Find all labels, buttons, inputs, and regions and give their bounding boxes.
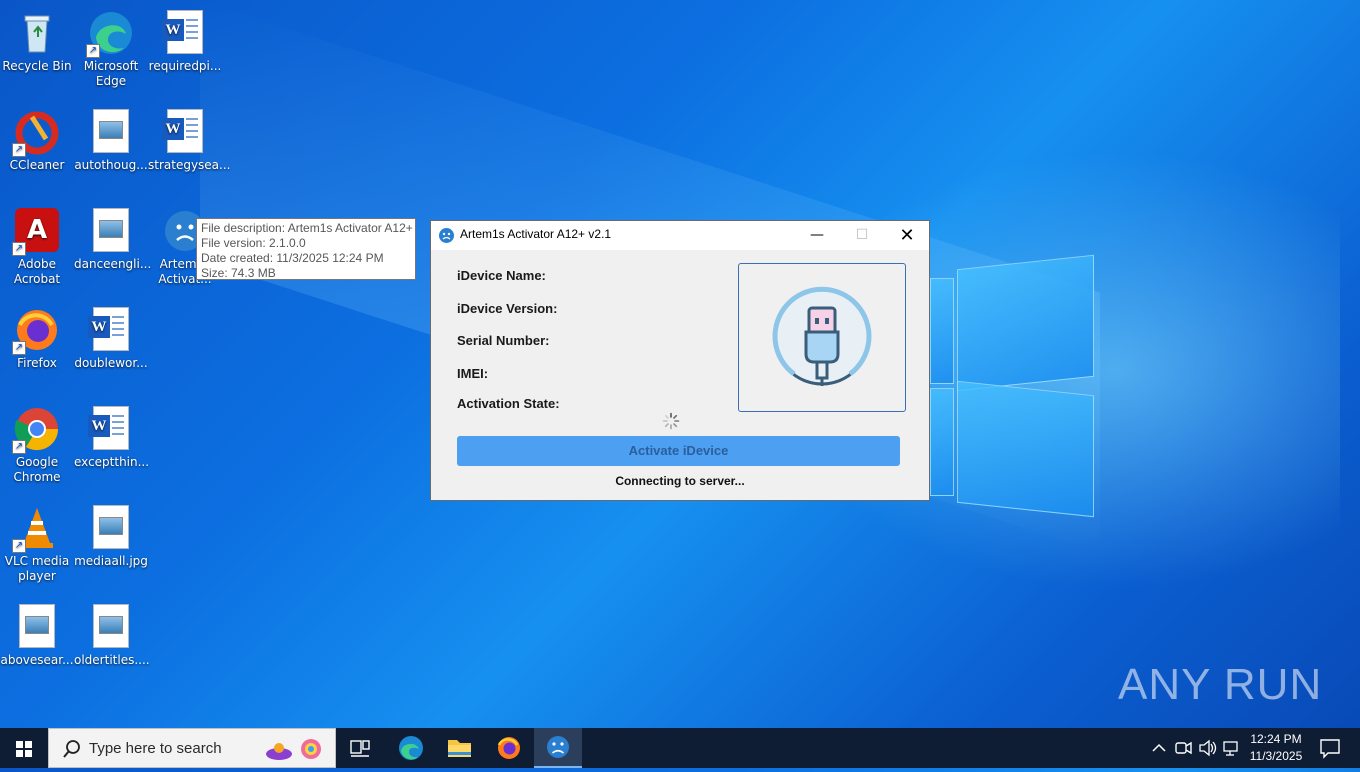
speaker-icon [1199, 739, 1217, 757]
idevice-version-label: iDevice Version: [457, 301, 558, 316]
tooltip-date: Date created: 11/3/2025 12:24 PM [201, 251, 384, 265]
firefox-icon: ↗ [12, 307, 60, 355]
volume-button[interactable] [1196, 728, 1218, 768]
desktop-icon-microsoft-edge[interactable]: ↗ Microsoft Edge [74, 4, 148, 89]
notification-icon [1320, 739, 1340, 759]
shortcut-arrow-icon: ↗ [12, 242, 26, 256]
taskbar-file-explorer-button[interactable] [436, 728, 482, 768]
desktop-icon-oldertitles[interactable]: oldertitles.... [74, 598, 150, 668]
tooltip-description: File description: Artem1s Activator A12+ [201, 221, 413, 235]
desktop-icon-adobe-acrobat[interactable]: A ↗ Adobe Acrobat [0, 202, 74, 287]
desktop-icon-vlc[interactable]: ↗ VLC media player [0, 499, 74, 584]
activator-window: Artem1s Activator A12+ v2.1 — ☐ ✕ iDevic… [430, 220, 930, 501]
anyrun-watermark: ANY RUN [1118, 660, 1322, 720]
maximize-button[interactable]: ☐ [839, 221, 885, 250]
notification-center-button[interactable] [1310, 728, 1350, 768]
ccleaner-icon: ↗ [12, 109, 60, 157]
taskbar-artem1s-button[interactable] [534, 728, 582, 768]
network-button[interactable] [1220, 728, 1242, 768]
taskbar-firefox-button[interactable] [486, 728, 532, 768]
desktop-icon-doublewor[interactable]: W doublewor... [74, 301, 148, 371]
desktop-icon-mediaall[interactable]: mediaall.jpg [74, 499, 148, 569]
windows-logo-pane-1 [930, 278, 954, 384]
activate-idevice-button[interactable]: Activate iDevice [457, 436, 900, 466]
folder-icon [448, 740, 471, 757]
image-file-icon [88, 109, 134, 155]
network-icon [1223, 741, 1238, 756]
firefox-icon [497, 737, 520, 759]
desktop-icon-google-chrome[interactable]: ↗ Google Chrome [0, 400, 74, 485]
close-button[interactable]: ✕ [884, 221, 930, 250]
shortcut-arrow-icon: ↗ [86, 44, 100, 58]
taskbar-clock[interactable]: 12:24 PM 11/3/2025 [1244, 731, 1308, 765]
adobe-acrobat-icon: A ↗ [12, 208, 60, 256]
meet-now-button[interactable] [1172, 728, 1194, 768]
device-image-box [738, 263, 906, 412]
desktop-icon-requiredpi[interactable]: W requiredpi... [148, 4, 222, 74]
taskbar-edge-button[interactable] [388, 728, 434, 768]
desktop-icon-recycle-bin[interactable]: Recycle Bin [0, 4, 74, 74]
imei-label: IMEI: [457, 366, 489, 381]
shortcut-arrow-icon: ↗ [12, 143, 26, 157]
taskbar-search-box[interactable]: Type here to search [48, 728, 336, 768]
watermark-text: ANY RUN [1118, 660, 1323, 709]
image-file-icon [14, 604, 60, 650]
search-placeholder: Type here to search [89, 740, 222, 757]
vlc-cone-icon: ↗ [12, 505, 60, 553]
app-icon [439, 228, 454, 243]
window-titlebar[interactable]: Artem1s Activator A12+ v2.1 — ☐ ✕ [431, 221, 929, 250]
file-tooltip: File description: Artem1s Activator A12+… [196, 218, 416, 280]
shortcut-arrow-icon: ↗ [12, 539, 26, 553]
desktop-icon-autothoug[interactable]: autothoug... [74, 103, 148, 173]
usb-cable-icon [772, 286, 872, 386]
edge-icon [399, 736, 423, 760]
windows-logo-pane-3 [930, 388, 954, 496]
desktop-icon-danceengli[interactable]: danceengli... [74, 202, 151, 272]
word-document-icon: W [162, 109, 208, 155]
chevron-up-icon [1152, 743, 1166, 752]
clock-time: 12:24 PM [1250, 732, 1302, 746]
show-hidden-icons-button[interactable] [1148, 728, 1170, 768]
tooltip-size: Size: 74.3 MB [201, 266, 276, 280]
desktop-icon-exceptthin[interactable]: W exceptthin... [74, 400, 149, 470]
chrome-icon: ↗ [12, 406, 60, 454]
desktop-icon-ccleaner[interactable]: ↗ CCleaner [0, 103, 74, 173]
activation-state-label: Activation State: [457, 396, 560, 411]
start-button[interactable] [0, 728, 48, 768]
image-file-icon [88, 208, 134, 254]
status-text: Connecting to server... [615, 474, 745, 488]
image-file-icon [88, 604, 134, 650]
word-document-icon: W [162, 10, 208, 56]
desktop-icon-abovesear[interactable]: abovesear... [0, 598, 74, 668]
minimize-button[interactable]: — [794, 221, 840, 250]
camera-icon [1175, 741, 1192, 755]
desktop-icon-firefox[interactable]: ↗ Firefox [0, 301, 74, 371]
taskbar: Type here to search 12:24 PM 11/3/2025 [0, 728, 1360, 768]
word-document-icon: W [88, 307, 134, 353]
shortcut-arrow-icon: ↗ [12, 341, 26, 355]
search-icon [63, 740, 80, 758]
edge-icon: ↗ [86, 10, 134, 58]
window-title: Artem1s Activator A12+ v2.1 [460, 227, 612, 241]
windows-start-icon [16, 741, 32, 757]
windows-logo-pane-4 [957, 380, 1094, 518]
task-view-icon [350, 740, 370, 757]
shortcut-arrow-icon: ↗ [12, 440, 26, 454]
idevice-name-label: iDevice Name: [457, 268, 546, 283]
task-view-button[interactable] [338, 728, 382, 768]
tooltip-version: File version: 2.1.0.0 [201, 236, 306, 250]
sad-face-app-icon [547, 736, 569, 758]
word-document-icon: W [88, 406, 134, 452]
image-file-icon [88, 505, 134, 551]
windows-logo-pane-2 [957, 254, 1094, 392]
loading-spinner-icon [662, 412, 680, 430]
recycle-bin-icon [14, 10, 60, 56]
search-highlight-icon [266, 739, 321, 760]
clock-date: 11/3/2025 [1249, 749, 1303, 763]
desktop-icon-strategysea[interactable]: W strategysea... [148, 103, 230, 173]
serial-number-label: Serial Number: [457, 333, 550, 348]
